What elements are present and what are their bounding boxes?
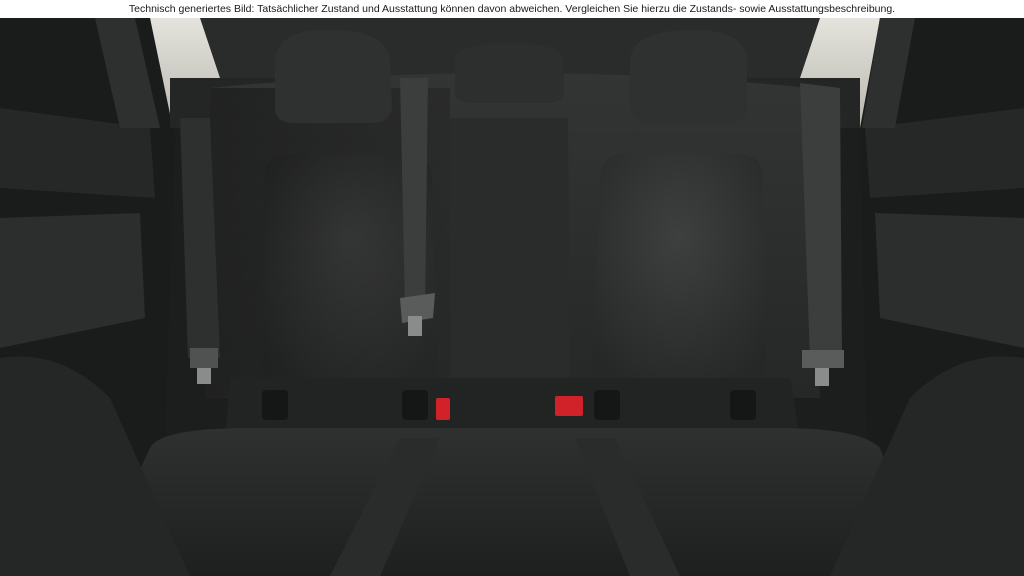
seat-cushion <box>90 428 930 576</box>
isofix-marker-left <box>436 398 450 420</box>
backrest-right <box>591 154 766 390</box>
interior-photo <box>0 18 1024 576</box>
headrest-center <box>455 43 564 103</box>
interior-photo-svg <box>0 18 1024 576</box>
isofix-anchor-left <box>262 390 288 420</box>
backrest-center <box>450 118 570 390</box>
isofix-marker-right <box>555 396 583 416</box>
buckle-right <box>815 368 829 386</box>
screenshot-frame: Technisch generiertes Bild: Tatsächliche… <box>0 0 1024 576</box>
disclaimer-text: Technisch generiertes Bild: Tatsächliche… <box>0 0 1024 18</box>
isofix-anchor-right <box>730 390 756 420</box>
buckle-left <box>408 316 422 336</box>
headrest-left <box>275 29 392 123</box>
headrest-right <box>630 29 747 123</box>
